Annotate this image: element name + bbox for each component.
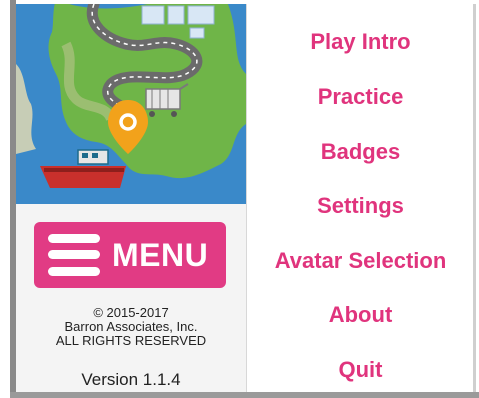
copyright-notice: © 2015-2017 Barron Associates, Inc. ALL … <box>16 306 246 348</box>
company-name: Barron Associates, Inc. <box>64 319 198 334</box>
menu-button-label: MENU <box>112 237 209 273</box>
menu-item-quit[interactable]: Quit <box>247 356 474 384</box>
version-label: Version 1.1.4 <box>81 370 181 389</box>
menu-item-avatar-selection[interactable]: Avatar Selection <box>247 247 474 275</box>
app-window: MENU © 2015-2017 Barron Associates, Inc.… <box>0 0 479 398</box>
menu-item-about[interactable]: About <box>247 301 474 329</box>
menu-item-badges[interactable]: Badges <box>247 138 474 166</box>
menu-item-settings[interactable]: Settings <box>247 192 474 220</box>
menu-item-play-intro[interactable]: Play Intro <box>247 28 474 56</box>
menu-button[interactable]: MENU <box>34 222 226 288</box>
left-panel: MENU © 2015-2017 Barron Associates, Inc.… <box>16 4 246 392</box>
rights-line: ALL RIGHTS RESERVED <box>55 333 207 348</box>
window-right-border <box>473 4 476 392</box>
hamburger-icon <box>48 234 100 276</box>
window-bottom-border <box>10 392 479 398</box>
island-map-illustration <box>16 4 246 204</box>
menu-item-practice[interactable]: Practice <box>247 83 474 111</box>
copyright-line: © 2015-2017 <box>93 305 169 320</box>
menu-panel: Play Intro Practice Badges Settings Avat… <box>246 4 474 392</box>
